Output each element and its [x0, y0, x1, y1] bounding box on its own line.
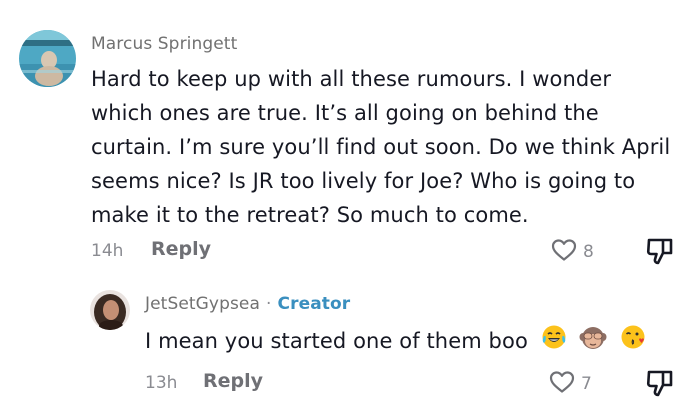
comment-item: Marcus Springett Hard to keep up with al…: [0, 0, 700, 280]
reply-author[interactable]: JetSetGypsea: [145, 294, 260, 314]
like-button[interactable]: 7: [549, 370, 592, 398]
separator-dot: ·: [266, 294, 272, 314]
reply-text: I mean you started one of them boo: [145, 329, 528, 353]
reply-button[interactable]: Reply: [203, 370, 263, 392]
comment-text: Hard to keep up with all these rumours. …: [91, 67, 671, 227]
reply-text-line: I mean you started one of them boo: [145, 324, 685, 360]
face-blowing-a-kiss-icon: [620, 324, 646, 360]
avatar[interactable]: [90, 290, 130, 330]
thumbs-down-icon: [646, 238, 674, 270]
see-no-evil-monkey-icon: [579, 324, 607, 360]
like-count: 7: [581, 374, 592, 394]
creator-badge: Creator: [277, 294, 351, 314]
avatar-image: [90, 290, 130, 330]
heart-icon: [551, 238, 577, 266]
dislike-button[interactable]: [646, 236, 674, 270]
avatar[interactable]: [19, 30, 76, 87]
reply-button[interactable]: Reply: [151, 238, 211, 260]
reply-timestamp: 13h: [145, 373, 178, 393]
like-count: 8: [583, 242, 594, 262]
heart-icon: [549, 370, 575, 398]
thumbs-down-icon: [646, 370, 674, 402]
comment-author[interactable]: Marcus Springett: [91, 34, 237, 54]
reply-author-line: JetSetGypsea · Creator: [145, 294, 350, 314]
comment-timestamp: 14h: [91, 241, 124, 261]
face-with-tears-of-joy-icon: [541, 324, 567, 360]
like-button[interactable]: 8: [551, 238, 594, 266]
reply-item: JetSetGypsea · Creator I mean you started …: [0, 280, 700, 408]
avatar-image: [19, 30, 76, 87]
dislike-button[interactable]: [646, 368, 674, 402]
